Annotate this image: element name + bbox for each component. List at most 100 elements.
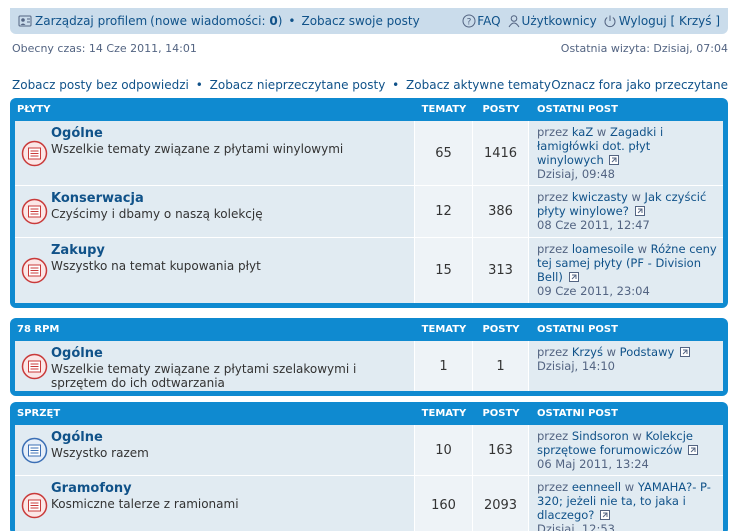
forum-row: Konserwacja Czyścimy i dbamy o naszą kol…	[15, 185, 723, 237]
last-post-date: 09 Cze 2011, 23:04	[537, 284, 650, 298]
logout-link[interactable]: Wyloguj [ Krzyś ]	[603, 14, 720, 28]
own-posts-link[interactable]: Zobacz swoje posty	[301, 14, 419, 28]
forum-unread-icon	[21, 140, 48, 166]
faq-link[interactable]: ? FAQ	[462, 14, 501, 28]
category-header: 78 RPM TEMATY POSTY OSTATNI POST	[15, 318, 723, 341]
last-post-by: przez	[537, 480, 569, 494]
forum-last-post: przez loamesoile w Różne ceny tej samej …	[529, 238, 723, 303]
logout-label: Wyloguj [ Krzyś ]	[618, 14, 720, 28]
forum-posts-count: 313	[473, 238, 529, 303]
view-latest-post-icon[interactable]	[634, 206, 645, 216]
forum-title[interactable]: Zakupy	[51, 243, 408, 259]
last-post-topic[interactable]: Podstawy	[620, 345, 675, 359]
category-sprzet: SPRZĘT TEMATY POSTY OSTATNI POST Ogólne …	[10, 402, 728, 531]
active-topics-link[interactable]: Zobacz aktywne tematy	[406, 78, 551, 92]
category-header: SPRZĘT TEMATY POSTY OSTATNI POST	[15, 402, 723, 425]
svg-text:?: ?	[467, 18, 472, 28]
category-78-rpm: 78 RPM TEMATY POSTY OSTATNI POST Ogólne …	[10, 318, 728, 396]
forum-list: Ogólne Wszelkie tematy związane z płytam…	[15, 121, 723, 303]
forum-title[interactable]: Ogólne	[51, 126, 408, 142]
forum-row: Zakupy Wszystko na temat kupowania płyt …	[15, 237, 723, 303]
last-post-author[interactable]: eenneell	[572, 480, 621, 494]
time-bar: Obecny czas: 14 Cze 2011, 14:01 Ostatnia…	[12, 42, 728, 55]
forum-description: Wszystko na temat kupowania płyt	[51, 259, 261, 273]
users-link[interactable]: Użytkownicy	[507, 14, 597, 28]
unanswered-posts-link[interactable]: Zobacz posty bez odpowiedzi	[12, 78, 189, 92]
forum-last-post: przez eenneell w YAMAHA?- P-320; jeżeli …	[529, 476, 723, 531]
last-post-by: przez	[537, 345, 569, 359]
forum-topics-count: 10	[415, 425, 473, 475]
last-post-in: w	[632, 429, 642, 443]
unread-posts-link[interactable]: Zobacz nieprzeczytane posty	[210, 78, 386, 92]
new-messages-suffix: )	[277, 14, 283, 28]
category-title[interactable]: SPRZĘT	[15, 408, 415, 419]
last-post-date: Dzisiaj, 09:48	[537, 167, 615, 181]
last-post-date: 08 Cze 2011, 12:47	[537, 218, 650, 232]
last-post-author[interactable]: kaZ	[572, 125, 593, 139]
forum-description: Czyścimy i dbamy o naszą kolekcję	[51, 207, 263, 221]
last-post-author[interactable]: loamesoile	[572, 242, 634, 256]
forum-topics-count: 65	[415, 121, 473, 185]
column-topics: TEMATY	[421, 104, 467, 115]
forum-row: Ogólne Wszelkie tematy związane z płytam…	[15, 341, 723, 391]
last-post-by: przez	[537, 190, 569, 204]
view-latest-post-icon[interactable]	[688, 445, 699, 455]
forum-description: Kosmiczne talerze z ramionami	[51, 497, 239, 511]
power-icon	[604, 15, 616, 28]
column-posts: POSTY	[482, 324, 520, 335]
column-posts: POSTY	[482, 408, 520, 419]
quick-links: Zobacz posty bez odpowiedzi • Zobacz nie…	[12, 78, 728, 92]
forum-title[interactable]: Konserwacja	[51, 191, 408, 207]
view-latest-post-icon[interactable]	[600, 510, 611, 520]
last-post-in: w	[637, 242, 647, 256]
last-post-author[interactable]: Krzyś	[572, 345, 603, 359]
forum-list: Ogólne Wszelkie tematy związane z płytam…	[15, 341, 723, 391]
last-post-by: przez	[537, 242, 569, 256]
forum-row: Ogólne Wszelkie tematy związane z płytam…	[15, 121, 723, 185]
category-title[interactable]: PŁYTY	[15, 104, 415, 115]
forum-posts-count: 1	[473, 341, 529, 391]
separator-dot: •	[195, 78, 203, 92]
view-latest-post-icon[interactable]	[609, 155, 620, 165]
forum-last-post: przez kaZ w Zagadki i łamigłówki dot. pł…	[529, 121, 723, 185]
last-visit: Ostatnia wizyta: Dzisiaj, 07:04	[560, 42, 728, 55]
last-post-author[interactable]: Sindsoron	[572, 429, 629, 443]
column-topics: TEMATY	[421, 408, 467, 419]
category-plyty: PŁYTY TEMATY POSTY OSTATNI POST Ogólne W…	[10, 98, 728, 308]
forum-posts-count: 386	[473, 186, 529, 237]
mark-forums-read-link[interactable]: Oznacz fora jako przeczytane	[551, 78, 728, 92]
forum-topics-count: 1	[415, 341, 473, 391]
category-title[interactable]: 78 RPM	[15, 324, 415, 335]
last-post-in: w	[624, 480, 635, 494]
forum-description: Wszelkie tematy związane z płytami winyl…	[51, 142, 344, 156]
separator-dot: •	[288, 14, 296, 28]
last-post-by: przez	[537, 125, 569, 139]
forum-posts-count: 2093	[473, 476, 529, 531]
forum-posts-count: 1416	[473, 121, 529, 185]
view-latest-post-icon[interactable]	[679, 347, 690, 357]
forum-title[interactable]: Ogólne	[51, 430, 408, 446]
last-post-in: w	[631, 190, 641, 204]
forum-unread-icon	[21, 492, 48, 519]
forum-description: Wszystko razem	[51, 446, 149, 460]
view-latest-post-icon[interactable]	[568, 272, 579, 282]
last-post-author[interactable]: kwiczasty	[572, 190, 628, 204]
new-messages-prefix: (nowe wiadomości:	[150, 14, 270, 28]
new-messages-count: 0	[269, 14, 278, 28]
current-time: Obecny czas: 14 Cze 2011, 14:01	[12, 42, 197, 55]
last-post-date: Dzisiaj, 12:53	[537, 522, 615, 531]
forum-last-post: przez Sindsoron w Kolekcje sprzętowe for…	[529, 425, 723, 475]
forum-title[interactable]: Ogólne	[51, 346, 408, 362]
forum-read-icon	[21, 437, 48, 463]
new-messages[interactable]: (nowe wiadomości: 0)	[150, 14, 282, 28]
separator-dot: •	[392, 78, 400, 92]
faq-label: FAQ	[477, 14, 501, 28]
category-header: PŁYTY TEMATY POSTY OSTATNI POST	[15, 98, 723, 121]
faq-icon: ?	[462, 14, 476, 28]
forum-topics-count: 15	[415, 238, 473, 303]
profile-link[interactable]: Zarządzaj profilem	[35, 14, 147, 28]
forum-row: Ogólne Wszystko razem 10 163 przez Sinds…	[15, 425, 723, 475]
column-topics: TEMATY	[421, 324, 467, 335]
forum-title[interactable]: Gramofony	[51, 481, 408, 497]
last-post-date: Dzisiaj, 14:10	[537, 359, 615, 373]
